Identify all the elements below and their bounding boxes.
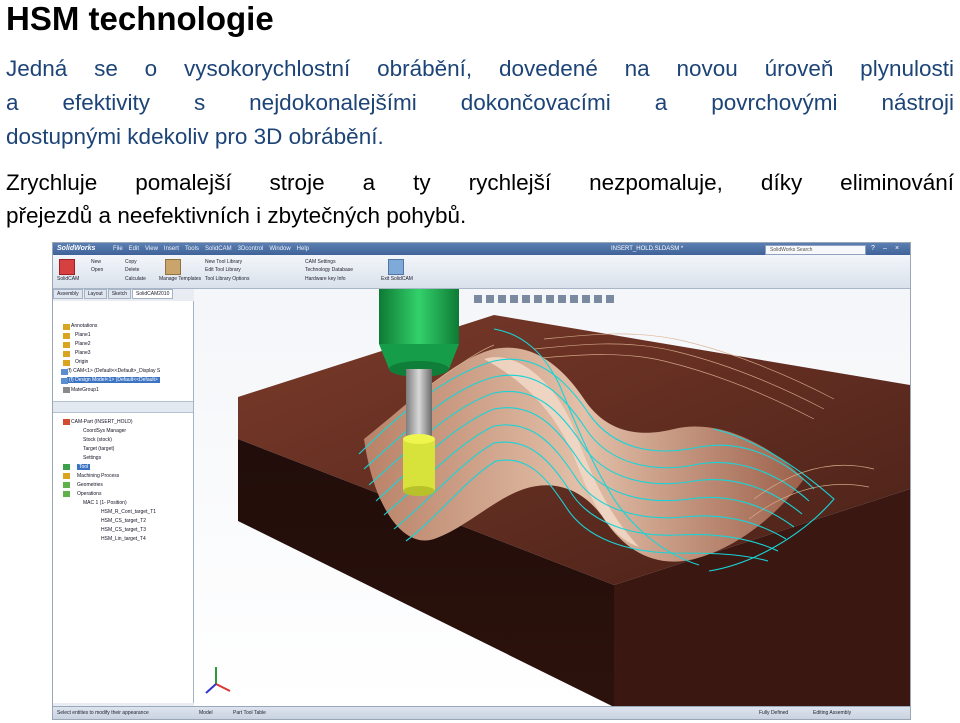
tool-holder <box>379 289 459 344</box>
tab-layout[interactable]: Layout <box>83 289 107 299</box>
tree-item-selected[interactable]: Tool <box>77 464 91 470</box>
feature-tree: Annotations Plane1 Plane2 Plane3 Origin … <box>53 301 194 703</box>
tree-item[interactable]: Plane2 <box>75 341 91 347</box>
tab-sketch[interactable]: Sketch <box>107 289 131 299</box>
paragraph-2-line-1: Zrychluje pomalejší stroje a ty rychlejš… <box>6 170 954 195</box>
tree-item[interactable]: HSM_Lin_target_T4 <box>101 536 146 542</box>
status-editing: Editing Assembly <box>813 710 852 716</box>
tree-item[interactable]: Settings <box>83 455 101 461</box>
paragraph-1-line-3: dostupnými kdekoliv pro 3D obrábění. <box>6 124 384 149</box>
ribbon-edit-tool-library[interactable]: Edit Tool Library <box>205 267 241 273</box>
menu-help[interactable]: Help <box>297 243 309 255</box>
paragraph-1-line-2: a efektivity s nejdokonalejšími dokončov… <box>6 90 954 115</box>
3d-viewport[interactable] <box>194 289 910 707</box>
ribbon-delete[interactable]: Delete <box>125 267 139 273</box>
tree-toolbar <box>53 401 193 413</box>
tree-item[interactable]: Plane1 <box>75 332 91 338</box>
close-icon[interactable]: × <box>895 243 899 255</box>
ribbon-open[interactable]: Open <box>91 267 103 273</box>
tab-solidcam2010[interactable]: SolidCAM2010 <box>132 289 174 299</box>
tree-item-selected[interactable]: (f) Design Model<1> (Default<<Default> <box>67 377 160 383</box>
minimize-icon[interactable]: – <box>883 243 887 255</box>
status-bar: Select entities to modify their appearan… <box>53 706 910 719</box>
templates-icon[interactable] <box>165 259 181 275</box>
ribbon-solidcam[interactable]: SolidCAM <box>57 276 79 282</box>
search-input[interactable]: SolidWorks Search <box>765 245 866 255</box>
tree-item[interactable]: HSM_CS_target_T3 <box>101 527 146 533</box>
paragraph-1-line-1: Jedná se o vysokorychlostní obrábění, do… <box>6 56 954 81</box>
tab-assembly[interactable]: Assembly <box>53 289 83 299</box>
ribbon-new-tool-library[interactable]: New Tool Library <box>205 259 242 265</box>
tree-item[interactable]: Target (target) <box>83 446 114 452</box>
tree-item[interactable]: (f) CAM<1> (Default<<Default>_Display S <box>67 368 160 374</box>
menu-bar: File Edit View Insert Tools SolidCAM 3Dc… <box>113 243 309 255</box>
ribbon-cam-settings[interactable]: CAM Settings <box>305 259 336 265</box>
tree-item[interactable]: Annotations <box>71 323 97 329</box>
tree-item[interactable]: HSM_CS_target_T2 <box>101 518 146 524</box>
toolpath-render <box>194 289 910 707</box>
tree-item[interactable]: HSM_R_Cont_target_T1 <box>101 509 156 515</box>
manager-tabs: Assembly Layout Sketch SolidCAM2010 <box>53 289 193 299</box>
ribbon-new[interactable]: New <box>91 259 101 265</box>
tree-item[interactable]: Stock (stock) <box>83 437 112 443</box>
paragraph-2-line-2: přejezdů a neefektivních i zbytečných po… <box>6 203 467 228</box>
app-logo: SolidWorks <box>57 245 96 252</box>
tree-item[interactable]: Plane3 <box>75 350 91 356</box>
tree-item[interactable]: Machining Process <box>77 473 119 479</box>
ribbon-calculate[interactable]: Calculate <box>125 276 146 282</box>
menu-file[interactable]: File <box>113 243 123 255</box>
tree-item[interactable]: CoordSys Manager <box>83 428 126 434</box>
tree-item[interactable]: MAC 1 (1- Position) <box>83 500 127 506</box>
tree-icons <box>61 324 70 497</box>
tab-model[interactable]: Model <box>199 707 213 719</box>
status-message: Select entities to modify their appearan… <box>57 710 149 716</box>
menu-3dcontrol[interactable]: 3Dcontrol <box>238 243 264 255</box>
command-ribbon: SolidCAM New Open Copy Delete Calculate … <box>53 255 910 289</box>
status-fully-defined: Fully Defined <box>759 710 789 716</box>
document-title: INSERT_HOLD.SLDASM * <box>611 246 684 252</box>
tree-item[interactable]: MateGroup1 <box>71 387 99 393</box>
menu-tools[interactable]: Tools <box>185 243 199 255</box>
ribbon-copy[interactable]: Copy <box>125 259 137 265</box>
window-titlebar: SolidWorks File Edit View Insert Tools S… <box>53 243 910 255</box>
ribbon-hardware-key-info[interactable]: Hardware key Info <box>305 276 346 282</box>
ribbon-technology-database[interactable]: Technology Database <box>305 267 353 273</box>
tree-item[interactable]: CAM-Part (INSERT_HOLD) <box>71 419 133 425</box>
tool-tip <box>403 439 435 491</box>
menu-window[interactable]: Window <box>269 243 290 255</box>
exit-icon[interactable] <box>388 259 404 275</box>
tab-part-tool-table[interactable]: Part Tool Table <box>233 707 266 719</box>
ribbon-exit-solidcam[interactable]: Exit SolidCAM <box>381 276 413 282</box>
menu-edit[interactable]: Edit <box>129 243 139 255</box>
menu-solidcam[interactable]: SolidCAM <box>205 243 232 255</box>
menu-insert[interactable]: Insert <box>164 243 179 255</box>
menu-view[interactable]: View <box>145 243 158 255</box>
help-icon[interactable]: ? <box>871 243 875 255</box>
ribbon-manage-templates[interactable]: Manage Templates <box>159 276 201 282</box>
slide-title: HSM technologie <box>6 0 274 37</box>
cam-screenshot: SolidWorks File Edit View Insert Tools S… <box>52 242 911 720</box>
tree-item[interactable]: Operations <box>77 491 101 497</box>
solidcam-icon[interactable] <box>59 259 75 275</box>
ribbon-tool-library-options[interactable]: Tool Library Options <box>205 276 249 282</box>
tree-item[interactable]: Geometries <box>77 482 103 488</box>
tree-item[interactable]: Origin <box>75 359 88 365</box>
